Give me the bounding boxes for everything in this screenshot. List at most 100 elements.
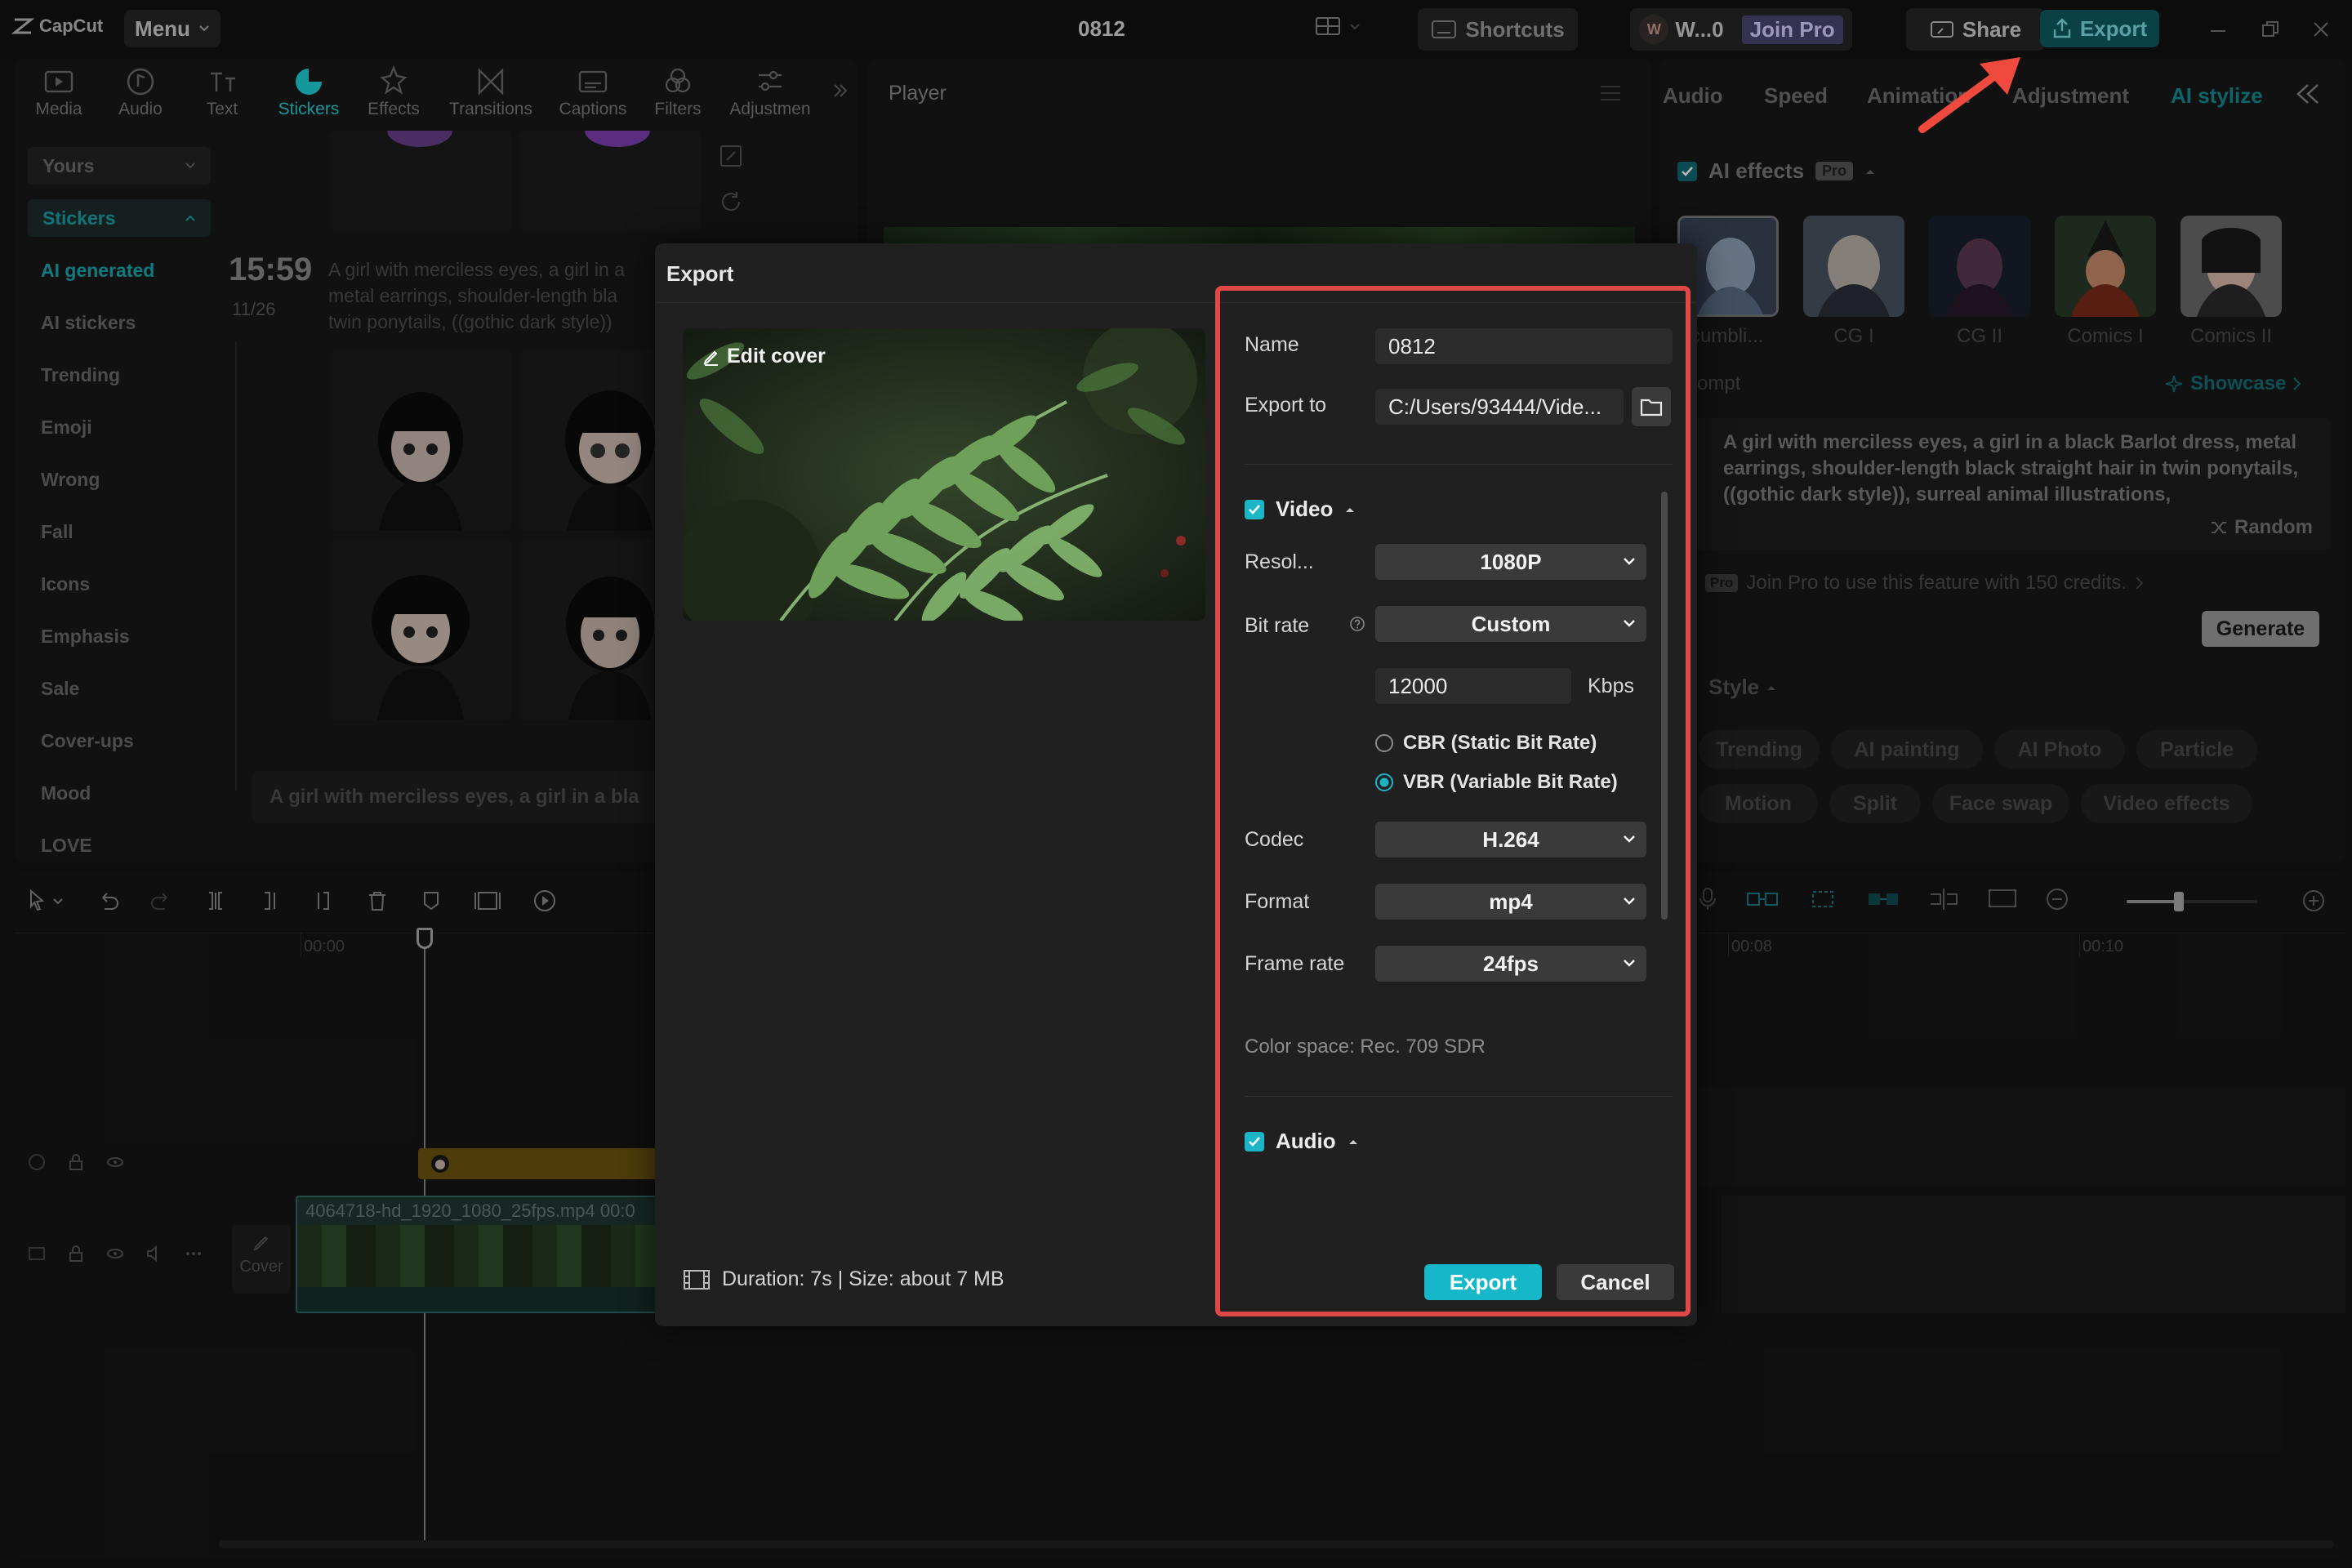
cover-preview[interactable]: Edit cover bbox=[683, 328, 1205, 621]
split-right-icon[interactable] bbox=[312, 889, 335, 912]
close-window-icon[interactable] bbox=[2311, 20, 2331, 39]
category-love[interactable]: LOVE bbox=[41, 835, 212, 857]
cbr-radio[interactable] bbox=[1375, 734, 1393, 752]
tab-audio[interactable]: Audio bbox=[1663, 83, 1723, 109]
style-thumb-comics1[interactable] bbox=[2055, 216, 2156, 317]
redo-icon[interactable] bbox=[150, 889, 173, 912]
sticker-thumb[interactable] bbox=[519, 539, 668, 720]
category-fall[interactable]: Fall bbox=[41, 521, 212, 543]
timeline-scrollbar[interactable] bbox=[219, 1540, 2334, 1548]
sticker-thumb[interactable] bbox=[519, 131, 701, 232]
split-left-icon[interactable] bbox=[258, 889, 281, 912]
magnet-link-icon[interactable] bbox=[1746, 887, 1779, 911]
video-track-icon[interactable] bbox=[28, 1245, 46, 1263]
preview-axis-icon[interactable] bbox=[1927, 887, 1960, 911]
cancel-button[interactable]: Cancel bbox=[1557, 1264, 1674, 1300]
browse-folder-button[interactable] bbox=[1632, 387, 1671, 426]
delete-icon[interactable] bbox=[366, 889, 389, 912]
resolution-select[interactable]: 1080P bbox=[1375, 544, 1646, 580]
export-top-button[interactable]: Export bbox=[2040, 10, 2159, 47]
auto-snap-icon[interactable] bbox=[1806, 887, 1839, 911]
category-cover-ups[interactable]: Cover-ups bbox=[41, 730, 212, 752]
settings-scrollbar[interactable] bbox=[1661, 492, 1668, 920]
style-header[interactable]: Style bbox=[1708, 675, 1777, 700]
prompt-box[interactable]: A girl with merciless eyes, a girl in a … bbox=[1677, 418, 2331, 550]
tool-media[interactable]: Media bbox=[15, 64, 103, 119]
undo-icon[interactable] bbox=[96, 889, 119, 912]
pill-trending[interactable]: Trending bbox=[1699, 730, 1820, 769]
edit-icon[interactable] bbox=[719, 144, 743, 168]
join-pro-notice[interactable]: Pro Join Pro to use this feature with 15… bbox=[1677, 572, 2145, 595]
pill-ai-photo[interactable]: AI Photo bbox=[1994, 730, 2125, 769]
select-tool-icon[interactable] bbox=[28, 889, 65, 912]
crop-icon[interactable] bbox=[474, 889, 501, 912]
tool-captions[interactable]: Captions bbox=[549, 64, 637, 119]
layout-button[interactable] bbox=[1315, 16, 1361, 38]
account-area[interactable]: W W...0 Join Pro bbox=[1630, 8, 1852, 51]
restore-icon[interactable] bbox=[2261, 20, 2280, 39]
pill-motion[interactable]: Motion bbox=[1699, 784, 1818, 823]
showcase-link[interactable]: Showcase bbox=[2164, 372, 2302, 395]
minimize-icon[interactable] bbox=[2208, 20, 2228, 39]
sticker-thumb[interactable] bbox=[330, 539, 511, 720]
shortcuts-button[interactable]: Shortcuts bbox=[1418, 8, 1578, 51]
play-circle-icon[interactable] bbox=[532, 889, 557, 913]
pill-video-effects[interactable]: Video effects bbox=[2081, 784, 2252, 823]
vbr-option[interactable]: VBR (Variable Bit Rate) bbox=[1375, 771, 1618, 794]
ai-effects-checkbox[interactable] bbox=[1677, 161, 1697, 181]
codec-select[interactable]: H.264 bbox=[1375, 822, 1646, 858]
audio-checkbox[interactable] bbox=[1245, 1131, 1264, 1152]
zoom-in-icon[interactable] bbox=[2301, 889, 2326, 913]
tool-effects[interactable]: Effects bbox=[350, 64, 438, 119]
playhead-handle[interactable] bbox=[416, 928, 433, 949]
vbr-radio[interactable] bbox=[1375, 773, 1393, 791]
cbr-option[interactable]: CBR (Static Bit Rate) bbox=[1375, 732, 1597, 755]
style-thumb-cg1[interactable] bbox=[1803, 216, 1904, 317]
category-mood[interactable]: Mood bbox=[41, 782, 212, 804]
lock-icon[interactable] bbox=[67, 1153, 85, 1171]
prompt-input[interactable]: A girl with merciless eyes, a girl in a … bbox=[252, 771, 676, 823]
tool-adjustment[interactable]: Adjustmen bbox=[720, 64, 820, 119]
pill-face-swap[interactable]: Face swap bbox=[1932, 784, 2069, 823]
menu-lines-icon[interactable] bbox=[1599, 83, 1622, 103]
format-select[interactable]: mp4 bbox=[1375, 884, 1646, 920]
chevron-double-right-icon[interactable] bbox=[831, 82, 849, 100]
stickers-dropdown[interactable]: Stickers bbox=[28, 199, 211, 237]
marker-icon[interactable] bbox=[420, 889, 443, 912]
export-path-input[interactable]: C:/Users/93444/Vide... bbox=[1375, 389, 1624, 425]
share-button[interactable]: Share bbox=[1906, 8, 2045, 51]
sticker-thumb[interactable] bbox=[330, 350, 511, 531]
collapse-panel-icon[interactable] bbox=[2295, 82, 2321, 106]
tool-transitions[interactable]: Transitions bbox=[438, 64, 544, 119]
bitrate-kbps-input[interactable]: 12000 bbox=[1375, 668, 1571, 704]
video-clip[interactable]: 4064718-hd_1920_1080_25fps.mp4 00:0 bbox=[296, 1196, 663, 1313]
lock-icon[interactable] bbox=[67, 1245, 85, 1263]
video-section-header[interactable]: Video bbox=[1245, 497, 1356, 522]
category-emphasis[interactable]: Emphasis bbox=[41, 626, 212, 648]
tool-text[interactable]: Text bbox=[178, 64, 266, 119]
tool-filters[interactable]: Filters bbox=[634, 64, 722, 119]
name-input[interactable]: 0812 bbox=[1375, 328, 1673, 364]
framerate-select[interactable]: 24fps bbox=[1375, 946, 1646, 982]
sticker-thumb[interactable] bbox=[330, 131, 511, 232]
zoom-slider-handle[interactable] bbox=[2174, 892, 2184, 911]
yours-dropdown[interactable]: Yours bbox=[28, 147, 211, 185]
screen-icon[interactable] bbox=[1988, 887, 2017, 911]
tab-ai-stylize[interactable]: AI stylize bbox=[2171, 83, 2263, 109]
video-checkbox[interactable] bbox=[1245, 499, 1264, 519]
style-thumb-cg2[interactable] bbox=[1929, 216, 2030, 317]
split-icon[interactable] bbox=[204, 889, 227, 912]
microphone-icon[interactable] bbox=[1697, 887, 1718, 911]
generate-button[interactable]: Generate bbox=[2202, 611, 2319, 647]
tool-stickers[interactable]: Stickers bbox=[265, 64, 353, 119]
category-ai-generated[interactable]: AI generated bbox=[41, 260, 212, 282]
menu-button[interactable]: Menu bbox=[124, 10, 220, 47]
refresh-icon[interactable] bbox=[719, 189, 743, 214]
linkage-icon[interactable] bbox=[1867, 887, 1900, 911]
style-thumb-comics2[interactable] bbox=[2180, 216, 2282, 317]
tool-audio[interactable]: Audio bbox=[96, 64, 185, 119]
bitrate-select[interactable]: Custom bbox=[1375, 606, 1646, 642]
category-icons[interactable]: Icons bbox=[41, 573, 212, 595]
join-pro-button[interactable]: Join Pro bbox=[1741, 15, 1843, 44]
random-button[interactable]: Random bbox=[2210, 516, 2313, 539]
